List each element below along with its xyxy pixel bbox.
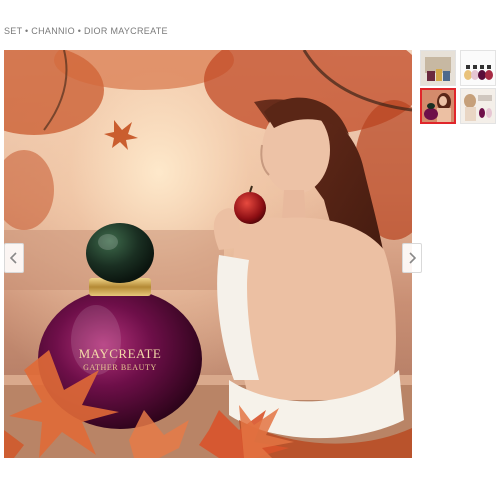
page-caption: SET • CHANNIO • DIOR MAYCREATE	[4, 26, 168, 36]
thumbnail-2-image	[461, 51, 495, 85]
thumbnail-1-image	[421, 51, 455, 85]
gallery-next-button[interactable]	[402, 243, 422, 273]
main-image-illustration	[4, 50, 412, 458]
thumbnail-3-image	[422, 90, 454, 122]
chevron-left-icon	[10, 252, 17, 264]
chevron-right-icon	[409, 252, 416, 264]
gallery-prev-button[interactable]	[4, 243, 24, 273]
gallery-thumbnail-2[interactable]	[460, 50, 496, 86]
bottle-tagline-label: GATHER BEAUTY	[83, 363, 157, 372]
gallery-thumbnail-3[interactable]	[420, 88, 456, 124]
main-product-image[interactable]: MAYCREATE GATHER BEAUTY	[4, 50, 412, 458]
bottle-brand-label: MAYCREATE	[78, 346, 162, 361]
gallery-thumbnail-4[interactable]	[460, 88, 496, 124]
thumbnail-4-image	[461, 89, 495, 123]
gallery-thumbnail-1[interactable]	[420, 50, 456, 86]
